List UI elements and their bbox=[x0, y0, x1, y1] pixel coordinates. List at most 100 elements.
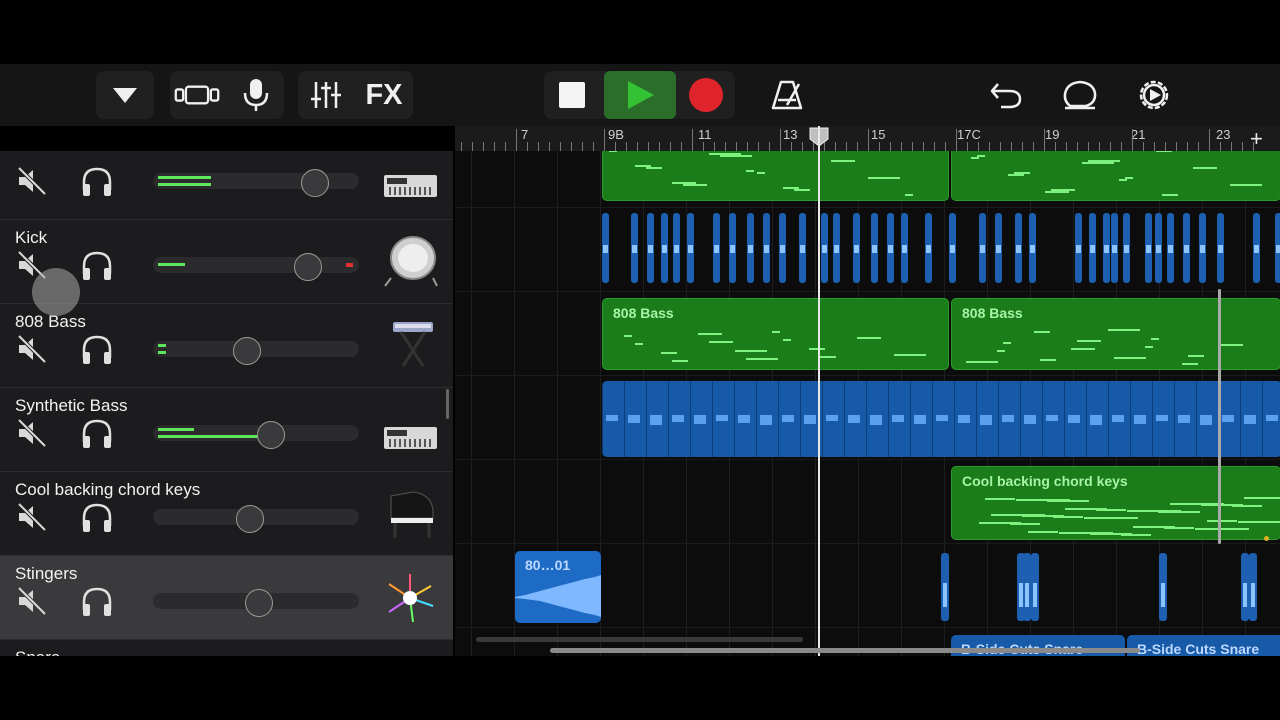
audio-region-kick-hit[interactable] bbox=[979, 213, 986, 283]
audio-region-stinger-hit[interactable] bbox=[1249, 553, 1257, 621]
headphones-icon[interactable] bbox=[80, 250, 114, 282]
microphone-button[interactable] bbox=[232, 71, 280, 119]
volume-knob[interactable] bbox=[236, 505, 264, 533]
region-trim-handle[interactable] bbox=[1218, 289, 1221, 544]
audio-region-synthetic-bass[interactable] bbox=[602, 381, 1280, 457]
ruler-tick bbox=[1209, 129, 1210, 151]
audio-region-kick-hit[interactable] bbox=[1217, 213, 1224, 283]
midi-region-808-bass-b[interactable]: 808 Bass bbox=[951, 298, 1280, 370]
audio-region-kick-hit[interactable] bbox=[1167, 213, 1174, 283]
undo-button[interactable] bbox=[982, 71, 1030, 119]
audio-region-kick-hit[interactable] bbox=[661, 213, 668, 283]
audio-region-kick-hit[interactable] bbox=[799, 213, 806, 283]
audio-region-kick-hit[interactable] bbox=[763, 213, 770, 283]
tracks-view-button[interactable] bbox=[173, 71, 221, 119]
headphones-icon[interactable] bbox=[80, 418, 114, 450]
audio-region-kick-hit[interactable] bbox=[1089, 213, 1096, 283]
audio-region-kick-hit[interactable] bbox=[673, 213, 680, 283]
mute-icon[interactable] bbox=[16, 586, 48, 616]
browser-button[interactable] bbox=[96, 71, 154, 119]
volume-knob[interactable] bbox=[245, 589, 273, 617]
midi-region[interactable] bbox=[602, 151, 949, 201]
mixer-button[interactable] bbox=[302, 71, 350, 119]
track-header-keys[interactable] bbox=[0, 151, 453, 220]
audio-region-kick-hit[interactable] bbox=[821, 213, 828, 283]
stop-button[interactable] bbox=[548, 71, 596, 119]
track-headers: Kick 808 Bass Synthetic Bass Cool backin… bbox=[0, 151, 453, 656]
track-header-808-bass[interactable]: 808 Bass bbox=[0, 304, 453, 388]
waveform bbox=[650, 415, 662, 425]
audio-region-kick-hit[interactable] bbox=[853, 213, 860, 283]
volume-knob[interactable] bbox=[233, 337, 261, 365]
audio-region-kick-hit[interactable] bbox=[887, 213, 894, 283]
audio-region-snare-b[interactable]: B-Side Cuts Snare bbox=[1127, 635, 1280, 656]
volume-knob[interactable] bbox=[257, 421, 285, 449]
audio-region-stinger-hit[interactable] bbox=[1031, 553, 1039, 621]
midi-region-808-bass-a[interactable]: 808 Bass bbox=[602, 298, 949, 370]
audio-region-kick-hit[interactable] bbox=[729, 213, 736, 283]
add-section-button[interactable]: + bbox=[1250, 126, 1263, 152]
audio-region-stinger-hit[interactable] bbox=[1241, 553, 1249, 621]
audio-region-kick-hit[interactable] bbox=[1111, 213, 1118, 283]
audio-region-kick-hit[interactable] bbox=[1123, 213, 1130, 283]
play-button[interactable] bbox=[604, 71, 676, 119]
audio-region-kick-hit[interactable] bbox=[833, 213, 840, 283]
audio-region-kick-hit[interactable] bbox=[602, 213, 609, 283]
horizontal-scrollbar[interactable] bbox=[550, 648, 1140, 653]
audio-region-stinger-hit[interactable] bbox=[941, 553, 949, 621]
horizontal-scrollbar[interactable] bbox=[476, 637, 803, 642]
audio-region-stinger-hit[interactable] bbox=[1159, 553, 1167, 621]
fx-button[interactable]: FX bbox=[360, 71, 408, 119]
audio-region-kick-hit[interactable] bbox=[713, 213, 720, 283]
headphones-icon[interactable] bbox=[80, 586, 114, 618]
audio-region-kick-hit[interactable] bbox=[1183, 213, 1190, 283]
audio-region-kick-hit[interactable] bbox=[779, 213, 786, 283]
audio-region-kick-hit[interactable] bbox=[871, 213, 878, 283]
track-header-synthetic-bass[interactable]: Synthetic Bass bbox=[0, 388, 453, 472]
audio-region-kick-hit[interactable] bbox=[1145, 213, 1152, 283]
waveform bbox=[760, 415, 772, 425]
loop-handle[interactable] bbox=[1264, 536, 1269, 541]
midi-region-chord-keys[interactable]: Cool backing chord keys bbox=[951, 466, 1280, 540]
settings-button[interactable] bbox=[1130, 71, 1178, 119]
track-list-scrollbar[interactable] bbox=[446, 389, 449, 419]
audio-region-kick-hit[interactable] bbox=[949, 213, 956, 283]
mute-icon[interactable] bbox=[16, 334, 48, 364]
audio-region-kick-hit[interactable] bbox=[901, 213, 908, 283]
playhead[interactable] bbox=[818, 126, 820, 656]
headphones-icon[interactable] bbox=[80, 166, 114, 198]
headphones-icon[interactable] bbox=[80, 334, 114, 366]
audio-region-kick-hit[interactable] bbox=[687, 213, 694, 283]
timeline-ruler[interactable]: 7 9B 11 13 15 17C 19 21 23 bbox=[455, 126, 1280, 152]
arrangement-area[interactable]: 808 Bass 808 Bass Cool backing chord key… bbox=[455, 151, 1280, 656]
audio-region-kick-hit[interactable] bbox=[1199, 213, 1206, 283]
audio-region-stinger-hit[interactable] bbox=[1023, 553, 1031, 621]
audio-region-kick-hit[interactable] bbox=[1015, 213, 1022, 283]
audio-region-kick-hit[interactable] bbox=[647, 213, 654, 283]
audio-region-kick-hit[interactable] bbox=[1275, 213, 1280, 283]
audio-region-kick-hit[interactable] bbox=[995, 213, 1002, 283]
volume-knob[interactable] bbox=[294, 253, 322, 281]
audio-region-kick-hit[interactable] bbox=[631, 213, 638, 283]
mute-icon[interactable] bbox=[16, 502, 48, 532]
audio-region-kick-hit[interactable] bbox=[925, 213, 932, 283]
audio-region-kick-hit[interactable] bbox=[1103, 213, 1110, 283]
track-header-chord-keys[interactable]: Cool backing chord keys bbox=[0, 472, 453, 556]
volume-knob[interactable] bbox=[301, 169, 329, 197]
audio-region-kick-hit[interactable] bbox=[1029, 213, 1036, 283]
audio-region-kick-hit[interactable] bbox=[1253, 213, 1260, 283]
record-button[interactable] bbox=[682, 71, 730, 119]
midi-region[interactable] bbox=[951, 151, 1280, 201]
loop-browser-button[interactable] bbox=[1056, 71, 1104, 119]
track-name: Snare bbox=[15, 648, 60, 656]
metronome-button[interactable] bbox=[763, 71, 811, 119]
waveform bbox=[1033, 583, 1037, 607]
audio-region-kick-hit[interactable] bbox=[747, 213, 754, 283]
track-header-stingers[interactable]: Stingers bbox=[0, 556, 453, 640]
audio-region-kick-hit[interactable] bbox=[1155, 213, 1162, 283]
mute-icon[interactable] bbox=[16, 418, 48, 448]
mute-icon[interactable] bbox=[16, 166, 48, 196]
audio-region-kick-hit[interactable] bbox=[1075, 213, 1082, 283]
track-header-snare[interactable]: Snare bbox=[0, 640, 453, 656]
headphones-icon[interactable] bbox=[80, 502, 114, 534]
